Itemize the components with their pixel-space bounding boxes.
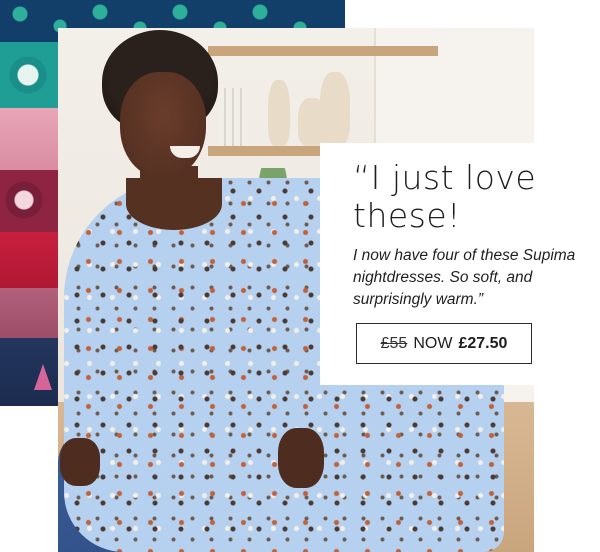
tree-motif xyxy=(34,364,52,390)
quote-headline-line1: “I just love xyxy=(353,158,537,197)
quote-headline-line2: these! xyxy=(353,196,461,235)
price-button[interactable]: £55 NOW £27.50 xyxy=(356,323,532,364)
hand xyxy=(278,428,324,488)
hand xyxy=(60,438,100,486)
new-price: £27.50 xyxy=(458,334,508,352)
quote-headline: “I just love these! xyxy=(353,159,577,235)
quote-body: I now have four of these Supima nightdre… xyxy=(353,247,576,308)
old-price: £55 xyxy=(380,334,408,352)
face xyxy=(120,72,206,178)
now-label: NOW xyxy=(413,334,453,352)
testimonial-card: “I just love these! I now have four of t… xyxy=(320,143,595,385)
